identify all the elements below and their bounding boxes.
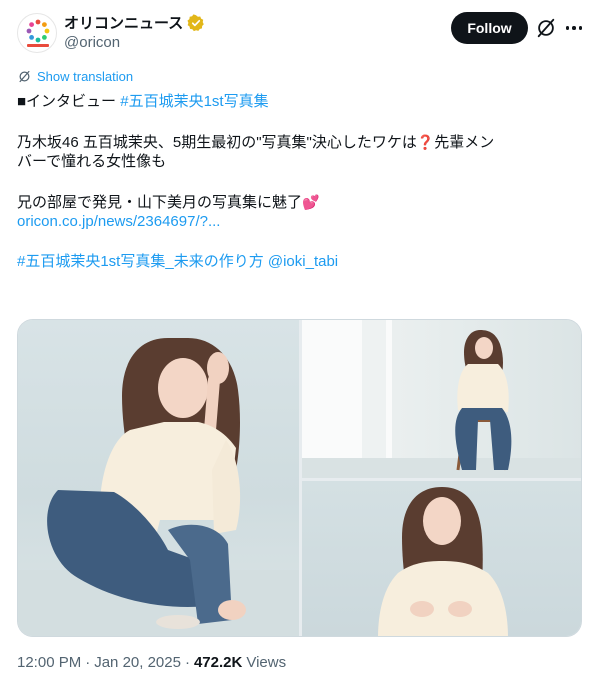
text-line-6: #五百城茉央1st写真集_未来の作り方 @ioki_tabi — [17, 252, 582, 272]
photo-woman-crouching[interactable] — [18, 320, 299, 636]
photo-woman-on-stool[interactable] — [302, 320, 581, 478]
tweet-time[interactable]: 12:00 PM — [17, 654, 81, 671]
question-emoji: ❓ — [416, 134, 435, 150]
photo-woman-crouching-image — [18, 338, 299, 636]
hashtag-link[interactable]: #五百城茉央1st写真集_未来の作り方 — [17, 253, 264, 270]
translate-icon — [19, 70, 30, 83]
views-label: Views — [246, 654, 287, 671]
text-line-1: ■インタビュー #五百城茉央1st写真集 — [17, 92, 582, 112]
text-line-5: oricon.co.jp/news/2364697/?... — [17, 212, 582, 232]
photo-woman-on-stool-image — [302, 320, 581, 478]
oricon-logo-icon — [26, 19, 50, 47]
name-row: オリコンニュース — [64, 12, 205, 33]
media-grid — [17, 319, 582, 637]
grok-icon[interactable] — [535, 17, 557, 39]
text-gap — [17, 172, 582, 192]
text-line-4: 兄の部屋で発見・山下美月の写真集に魅了💕 — [17, 192, 582, 212]
more-options-icon[interactable] — [563, 17, 585, 39]
mention-link[interactable]: @ioki_tabi — [268, 253, 338, 270]
photo-woman-portrait-image — [378, 487, 508, 636]
meta-separator: · — [184, 654, 190, 671]
tweet-meta: 12:00 PM · Jan 20, 2025 · 472.2K Views — [17, 654, 286, 671]
article-link[interactable]: oricon.co.jp/news/2364697/?... — [17, 213, 220, 230]
headline-text: 乃木坂46 五百城茉央、5期生最初の"写真集"決心したワケは — [17, 134, 417, 151]
text-gap — [17, 112, 582, 132]
follow-button[interactable]: Follow — [451, 12, 528, 44]
tweet: オリコンニュース @oricon Follow Show translation… — [0, 0, 598, 688]
photo-woman-portrait[interactable] — [302, 481, 581, 636]
headline-tail: 先輩メン — [434, 134, 495, 151]
text-line-2: 乃木坂46 五百城茉央、5期生最初の"写真集"決心したワケは❓先輩メン — [17, 132, 582, 152]
display-name[interactable]: オリコンニュース — [64, 12, 183, 33]
handle[interactable]: @oricon — [64, 34, 120, 51]
views-count: 472.2K — [193, 654, 243, 671]
show-translation-label: Show translation — [37, 69, 134, 84]
text-gap — [17, 232, 582, 252]
meta-separator: · — [85, 654, 91, 671]
hashtag-link[interactable]: #五百城茉央1st写真集 — [120, 93, 268, 110]
interview-label: ■インタビュー — [17, 93, 121, 110]
gold-verified-badge-icon — [187, 13, 205, 31]
avatar[interactable] — [17, 13, 57, 53]
tweet-text: ■インタビュー #五百城茉央1st写真集 乃木坂46 五百城茉央、5期生最初の"… — [17, 92, 582, 272]
hearts-emoji: 💕 — [302, 194, 320, 210]
show-translation-link[interactable]: Show translation — [17, 69, 133, 84]
tweet-date[interactable]: Jan 20, 2025 — [94, 654, 181, 671]
text-line-3: バーで憧れる女性像も — [17, 153, 167, 170]
subheadline-text: 兄の部屋で発見・山下美月の写真集に魅了 — [17, 194, 303, 211]
